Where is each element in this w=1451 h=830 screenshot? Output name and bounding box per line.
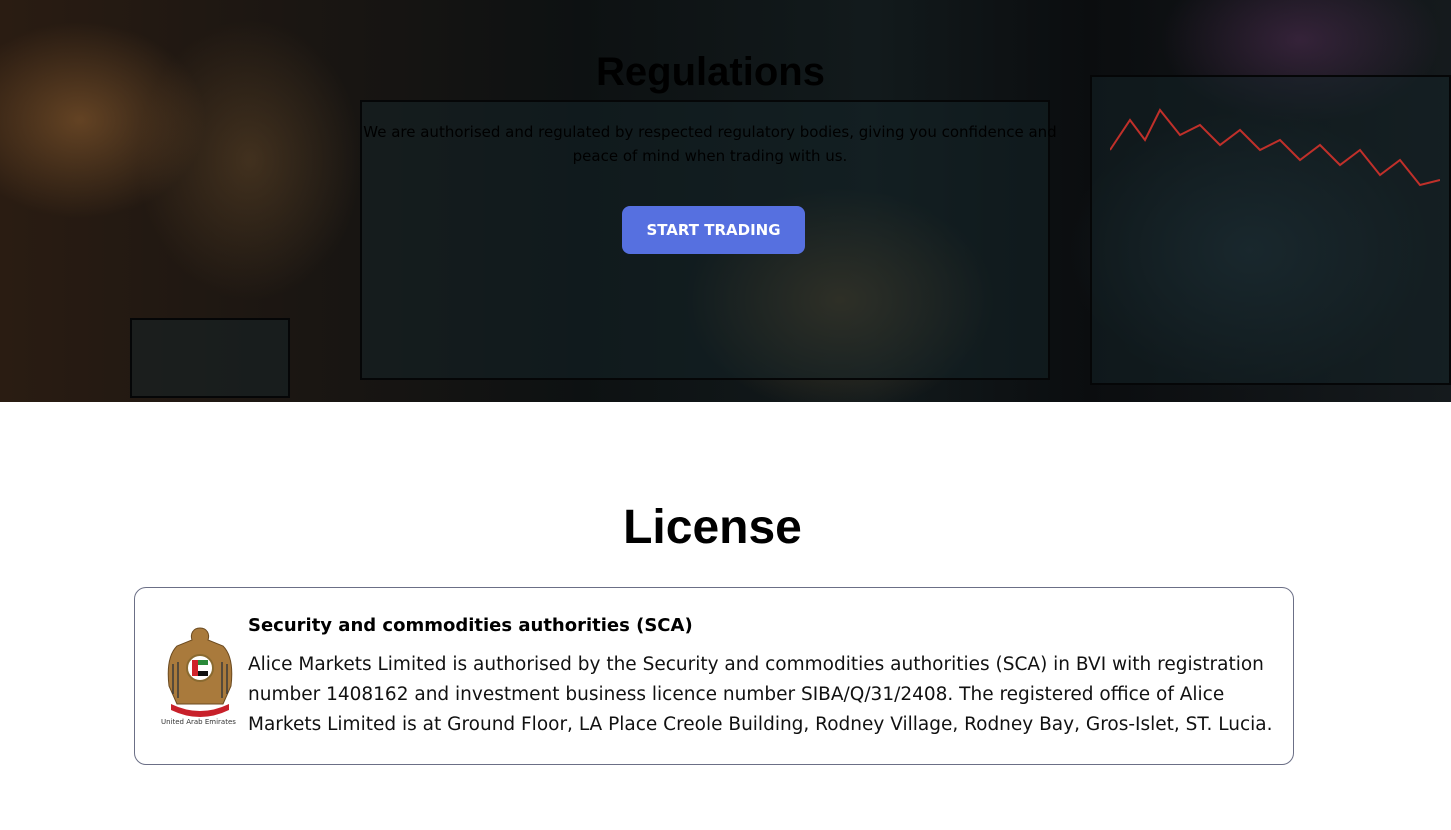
start-trading-button[interactable]: START TRADING bbox=[622, 206, 805, 254]
license-title: License bbox=[623, 501, 802, 554]
uae-emblem-icon bbox=[167, 627, 233, 717]
background-monitor bbox=[130, 318, 290, 398]
hero-title: Regulations bbox=[596, 50, 825, 94]
background-chart-line bbox=[1110, 108, 1440, 187]
license-card: United Arab Emirates Security and commod… bbox=[134, 587, 1294, 765]
hero-section: Regulations We are authorised and regula… bbox=[0, 0, 1451, 402]
license-body: Alice Markets Limited is authorised by t… bbox=[248, 654, 1273, 735]
license-heading: Security and commodities authorities (SC… bbox=[248, 615, 693, 636]
logo-caption: United Arab Emirates bbox=[161, 718, 236, 726]
hero-subtitle: We are authorised and regulated by respe… bbox=[363, 123, 1057, 165]
